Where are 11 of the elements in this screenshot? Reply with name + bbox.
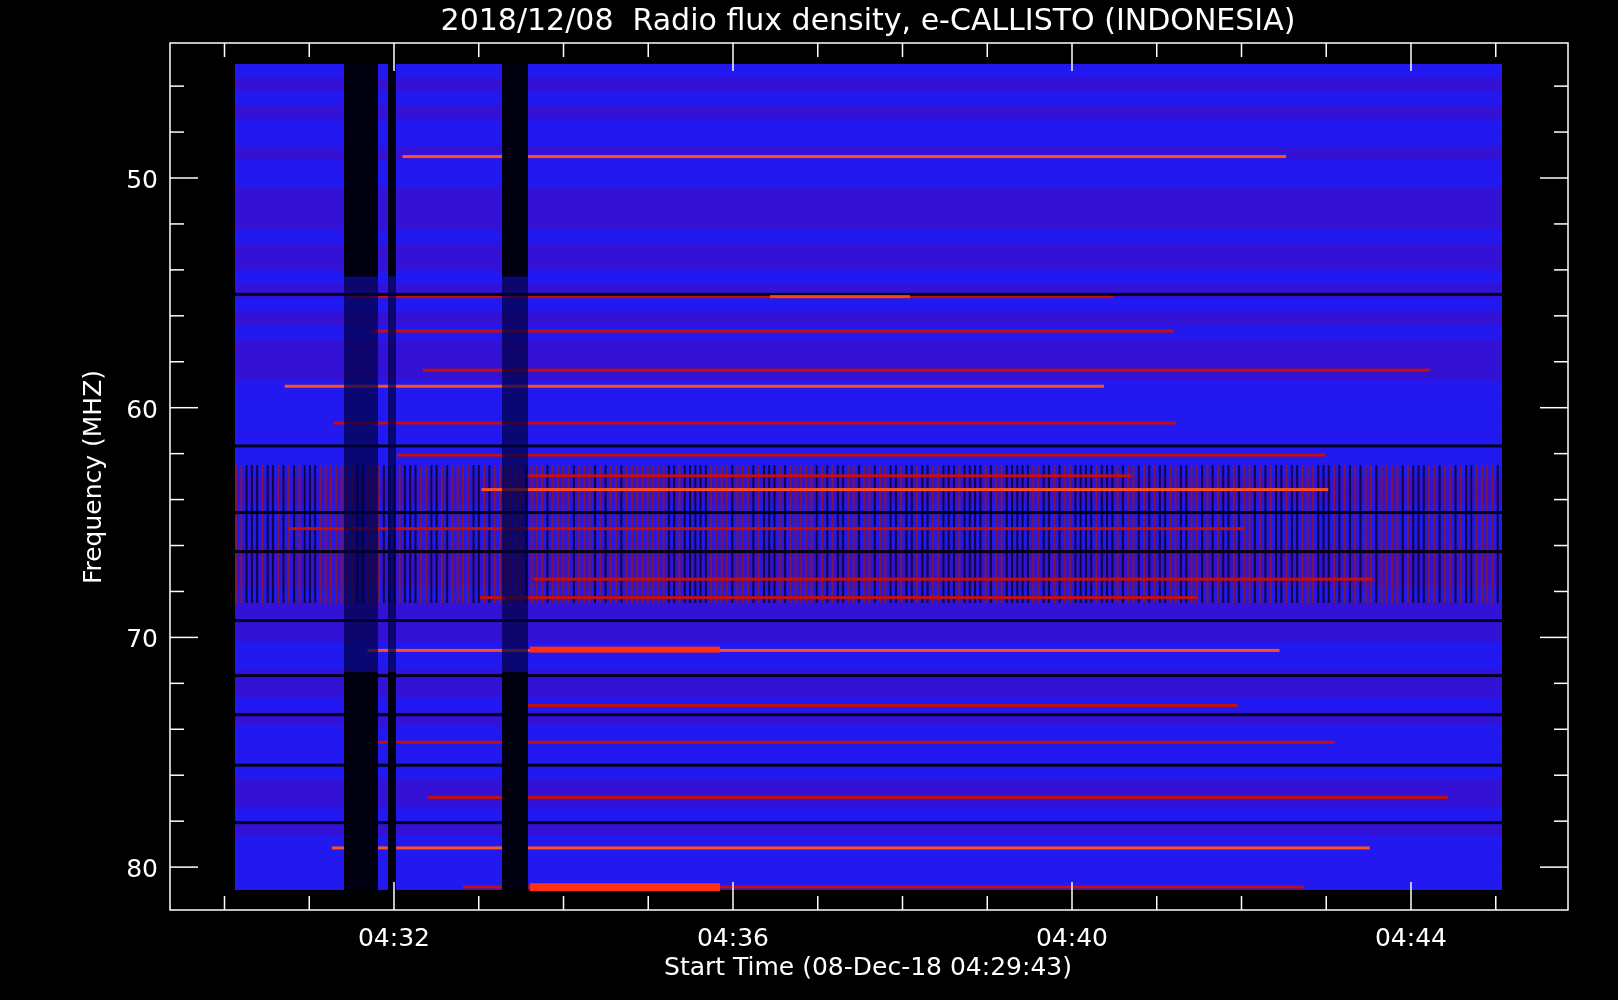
axis-label: Frequency (MHZ) (78, 369, 107, 585)
tick-label: 50 (126, 165, 158, 194)
tick-label: 04:44 (1375, 923, 1447, 952)
tick-label: 60 (126, 394, 158, 424)
tick-label: 80 (126, 854, 158, 884)
chart-title: 2018/12/08 Radio flux density, e-CALLISTO (INDONESIA) (440, 2, 1296, 37)
axis-label: Start Time (08-Dec-18 04:29:43) (664, 952, 1072, 981)
tick-label: 70 (126, 624, 158, 654)
tick-label: 04:40 (1036, 923, 1108, 952)
tick-label: 04:32 (358, 923, 430, 952)
tick-label: 04:36 (697, 923, 769, 952)
